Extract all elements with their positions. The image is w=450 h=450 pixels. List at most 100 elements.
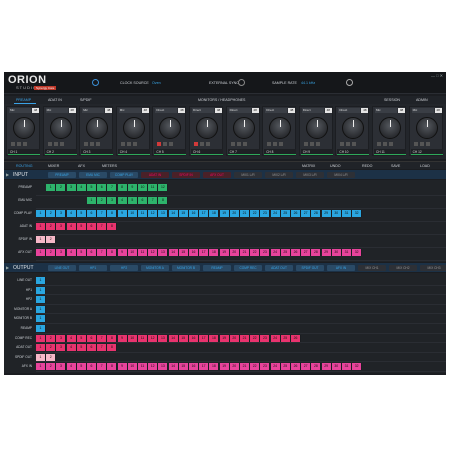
routing-cell[interactable]: 3 (56, 210, 67, 217)
route-button-adat-out[interactable]: ADAT OUT (265, 264, 293, 271)
channel-led-icon[interactable] (200, 142, 204, 146)
routing-cell[interactable]: 3 (56, 249, 67, 256)
routing-cell[interactable]: 14 (168, 249, 179, 256)
channel-led-icon[interactable] (126, 142, 131, 146)
routing-cell[interactable]: 29 (321, 249, 332, 256)
routing-cell[interactable]: 16 (189, 249, 199, 256)
gain-knob[interactable] (342, 117, 365, 139)
route-button-mix1-l-r[interactable]: MIX1 L/R (234, 171, 262, 178)
routing-cell[interactable]: 1 (46, 184, 57, 191)
routing-cell[interactable]: 6 (87, 249, 97, 256)
routing-cell[interactable]: 5 (76, 223, 87, 230)
routing-cell[interactable]: 13 (158, 249, 169, 256)
routing-cell[interactable]: 1 (36, 305, 46, 313)
routing-cell[interactable]: 9 (117, 210, 128, 217)
phantom-48v-button[interactable]: 48 (105, 108, 113, 113)
routing-cell[interactable]: 30 (331, 249, 342, 256)
routing-cell[interactable]: 17 (199, 210, 210, 217)
routing-cell[interactable]: 25 (280, 363, 291, 371)
channel-led-icon[interactable] (11, 142, 15, 146)
channel-led-icon[interactable] (206, 142, 210, 146)
channel-led-icon[interactable] (425, 142, 430, 146)
routing-cell[interactable]: 10 (127, 210, 138, 217)
channel-led-icon[interactable] (303, 142, 308, 146)
routing-cell[interactable]: 25 (280, 249, 291, 256)
routing-cell[interactable]: 1 (36, 325, 46, 332)
gain-knob[interactable] (49, 117, 72, 139)
routing-cell[interactable]: 2 (46, 353, 57, 361)
routing-cell[interactable]: 32 (352, 363, 363, 371)
routing-cell[interactable]: 12 (148, 210, 159, 217)
routing-cell[interactable]: 9 (117, 363, 128, 371)
routing-cell[interactable]: 4 (117, 197, 128, 204)
routing-cell[interactable]: 7 (97, 363, 108, 371)
subtab-load[interactable]: LOAD (420, 164, 430, 168)
channel-led-icon[interactable] (47, 142, 52, 146)
gain-knob[interactable] (86, 117, 109, 139)
routing-cell[interactable]: 3 (56, 334, 67, 342)
routing-cell[interactable]: 25 (280, 210, 291, 217)
gain-knob[interactable] (122, 117, 145, 139)
routing-cell[interactable]: 11 (138, 210, 148, 217)
routing-cell[interactable]: 2 (97, 197, 108, 204)
channel-led-icon[interactable] (279, 142, 284, 146)
channel-led-icon[interactable] (309, 142, 314, 146)
routing-cell[interactable]: 12 (158, 184, 169, 191)
routing-cell[interactable]: 32 (352, 210, 363, 217)
routing-cell[interactable]: 23 (260, 334, 271, 342)
routing-cell[interactable]: 17 (199, 334, 210, 342)
channel-led-icon[interactable] (90, 142, 95, 146)
tab-preamp[interactable]: PREAMP (16, 98, 31, 102)
routing-cell[interactable]: 12 (148, 363, 159, 371)
routing-cell[interactable]: 27 (301, 249, 312, 256)
routing-cell[interactable]: 10 (127, 363, 138, 371)
routing-cell[interactable]: 31 (342, 249, 352, 256)
subtab-afx[interactable]: AFX (78, 164, 85, 168)
routing-cell[interactable]: 4 (66, 344, 77, 352)
routing-cell[interactable]: 4 (66, 334, 77, 342)
input-type-dropdown[interactable]: Mic (375, 108, 397, 113)
routing-cell[interactable]: 6 (87, 344, 97, 352)
routing-cell[interactable]: 26 (291, 210, 301, 217)
routing-cell[interactable]: 14 (168, 334, 179, 342)
input-type-dropdown[interactable]: Direct (301, 108, 324, 113)
routing-cell[interactable]: 23 (260, 210, 271, 217)
routing-cell[interactable]: 24 (270, 334, 281, 342)
gain-knob[interactable] (379, 117, 401, 139)
tab-spdif[interactable]: S/PDIF (80, 98, 92, 102)
input-type-dropdown[interactable]: Direct (192, 108, 214, 113)
routing-cell[interactable]: 2 (46, 344, 57, 352)
routing-cell[interactable]: 17 (199, 363, 210, 371)
channel-led-icon[interactable] (194, 142, 198, 146)
routing-cell[interactable]: 22 (250, 334, 261, 342)
routing-cell[interactable]: 17 (199, 249, 210, 256)
subtab-meters[interactable]: METERS (102, 164, 117, 168)
routing-cell[interactable]: 7 (97, 249, 108, 256)
routing-cell[interactable]: 2 (56, 184, 67, 191)
routing-cell[interactable]: 2 (46, 334, 57, 342)
route-button-preamp[interactable]: PREAMP (48, 171, 76, 178)
routing-cell[interactable]: 28 (311, 210, 322, 217)
routing-cell[interactable]: 29 (321, 210, 332, 217)
routing-cell[interactable]: 15 (178, 363, 189, 371)
routing-cell[interactable]: 22 (250, 210, 261, 217)
subtab-mixer[interactable]: MIXER (48, 164, 59, 168)
tab-admin[interactable]: ADMIN (416, 98, 428, 102)
routing-cell[interactable]: 1 (36, 363, 46, 371)
input-type-dropdown[interactable]: Mic (118, 108, 141, 113)
routing-cell[interactable]: 1 (87, 197, 97, 204)
routing-cell[interactable]: 27 (301, 210, 312, 217)
routing-cell[interactable]: 2 (46, 363, 57, 371)
routing-cell[interactable]: 19 (219, 210, 230, 217)
routing-cell[interactable]: 21 (240, 210, 250, 217)
routing-cell[interactable]: 19 (219, 363, 230, 371)
routing-cell[interactable]: 4 (66, 223, 77, 230)
routing-cell[interactable]: 5 (76, 363, 87, 371)
routing-cell[interactable]: 4 (76, 184, 87, 191)
input-type-dropdown[interactable]: Direct (228, 108, 251, 113)
routing-cell[interactable]: 14 (168, 363, 179, 371)
routing-cell[interactable]: 21 (240, 249, 250, 256)
routing-cell[interactable]: 15 (178, 249, 189, 256)
channel-led-icon[interactable] (96, 142, 101, 146)
routing-cell[interactable]: 19 (219, 249, 230, 256)
